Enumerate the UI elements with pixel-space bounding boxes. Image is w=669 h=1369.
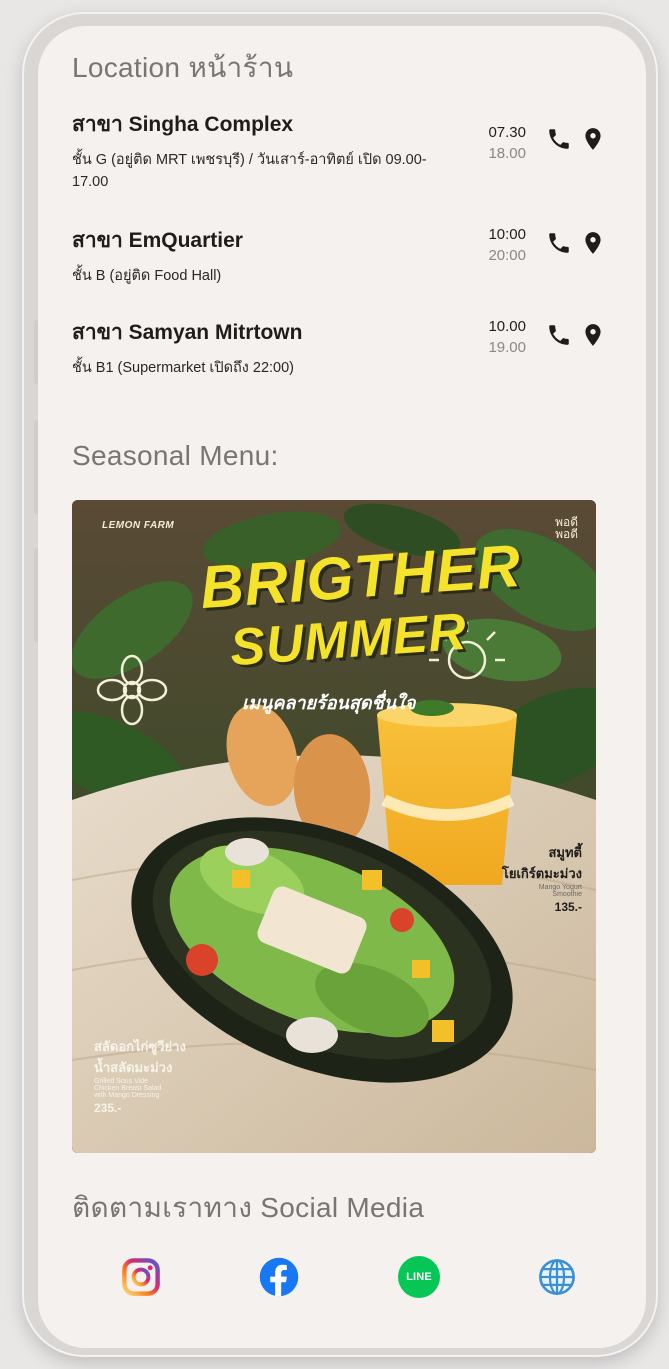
- facebook-icon[interactable]: [258, 1256, 300, 1298]
- branch-detail: ชั้น G (อยู่ติด MRT เพชรบุรี) / วันเสาร์…: [72, 152, 427, 190]
- phone-screen: Location หน้าร้าน สาขา Singha Complex ชั…: [38, 26, 646, 1348]
- line-icon[interactable]: LINE: [398, 1256, 440, 1298]
- salad-name-th: น้ำสลัดมะม่วง: [94, 1060, 173, 1075]
- open-time: 07.30: [488, 124, 526, 141]
- drink-price: 135.-: [554, 900, 582, 914]
- drink-name-th: สมูทตี้: [548, 845, 582, 860]
- salad-name-en: with Mango Dressing: [94, 1092, 160, 1099]
- phone-icon[interactable]: [546, 126, 572, 152]
- map-pin-icon[interactable]: [580, 230, 606, 256]
- branch-detail: ชั้น B1 (Supermarket เปิดถึง 22:00): [72, 360, 294, 376]
- salad-menu-label: สลัดอกไก่ซูวีย่าง น้ำสลัดมะม่วง Grilled …: [94, 1036, 186, 1115]
- poster-brand-right-line: พอดี: [555, 527, 578, 541]
- drink-name-th: โยเกิร์ตมะม่วง: [501, 866, 582, 881]
- seasonal-menu-poster[interactable]: LEMON FARM พอดี พอดี BRIGTHER SUMMER เมน…: [72, 500, 596, 1153]
- poster-subtitle: เมนูคลายร้อนสุดชื่นใจ: [242, 693, 416, 713]
- salad-price: 235.-: [94, 1101, 122, 1115]
- seasonal-menu-title: Seasonal Menu:: [72, 440, 279, 471]
- poster-brand-right: พอดี พอดี: [555, 516, 578, 540]
- branch-emquartier: สาขา EmQuartier ชั้น B (อยู่ติด Food Hal…: [72, 224, 632, 287]
- location-title: Location หน้าร้าน: [72, 52, 294, 83]
- map-pin-icon[interactable]: [580, 126, 606, 152]
- line-icon-label: LINE: [406, 1271, 432, 1283]
- salad-name-th: สลัดอกไก่ซูวีย่าง: [94, 1039, 186, 1054]
- map-pin-icon[interactable]: [580, 322, 606, 348]
- drink-menu-label: สมูทตี้ โยเกิร์ตมะม่วง Mango Yogurt Smoo…: [502, 842, 582, 914]
- website-globe-icon[interactable]: [536, 1256, 578, 1298]
- social-media-title: ติดตามเราทาง Social Media: [72, 1192, 425, 1223]
- drink-name-en: Mango Yogurt: [538, 884, 582, 891]
- branch-hours: 10:00 20:00: [488, 224, 526, 266]
- branch-hours: 10.00 19.00: [488, 316, 526, 358]
- phone-icon[interactable]: [546, 230, 572, 256]
- branch-singha-complex: สาขา Singha Complex ชั้น G (อยู่ติด MRT …: [72, 108, 632, 193]
- branch-detail: ชั้น B (อยู่ติด Food Hall): [72, 268, 222, 284]
- drink-name-en: Smoothie: [552, 891, 582, 898]
- open-time: 10.00: [488, 318, 526, 335]
- salad-name-en: Grilled Sous Vide: [94, 1078, 148, 1085]
- poster-brand-left: LEMON FARM: [102, 520, 175, 531]
- close-time: 18.00: [488, 145, 526, 162]
- branch-hours: 07.30 18.00: [488, 122, 526, 164]
- phone-icon[interactable]: [546, 322, 572, 348]
- salad-name-en: Chicken Breast Salad: [94, 1085, 162, 1092]
- social-icons-row: LINE: [108, 1256, 588, 1306]
- close-time: 20:00: [488, 247, 526, 264]
- instagram-icon[interactable]: [120, 1256, 162, 1298]
- open-time: 10:00: [488, 226, 526, 243]
- close-time: 19.00: [488, 339, 526, 356]
- branch-samyan-mitrtown: สาขา Samyan Mitrtown ชั้น B1 (Supermarke…: [72, 316, 632, 379]
